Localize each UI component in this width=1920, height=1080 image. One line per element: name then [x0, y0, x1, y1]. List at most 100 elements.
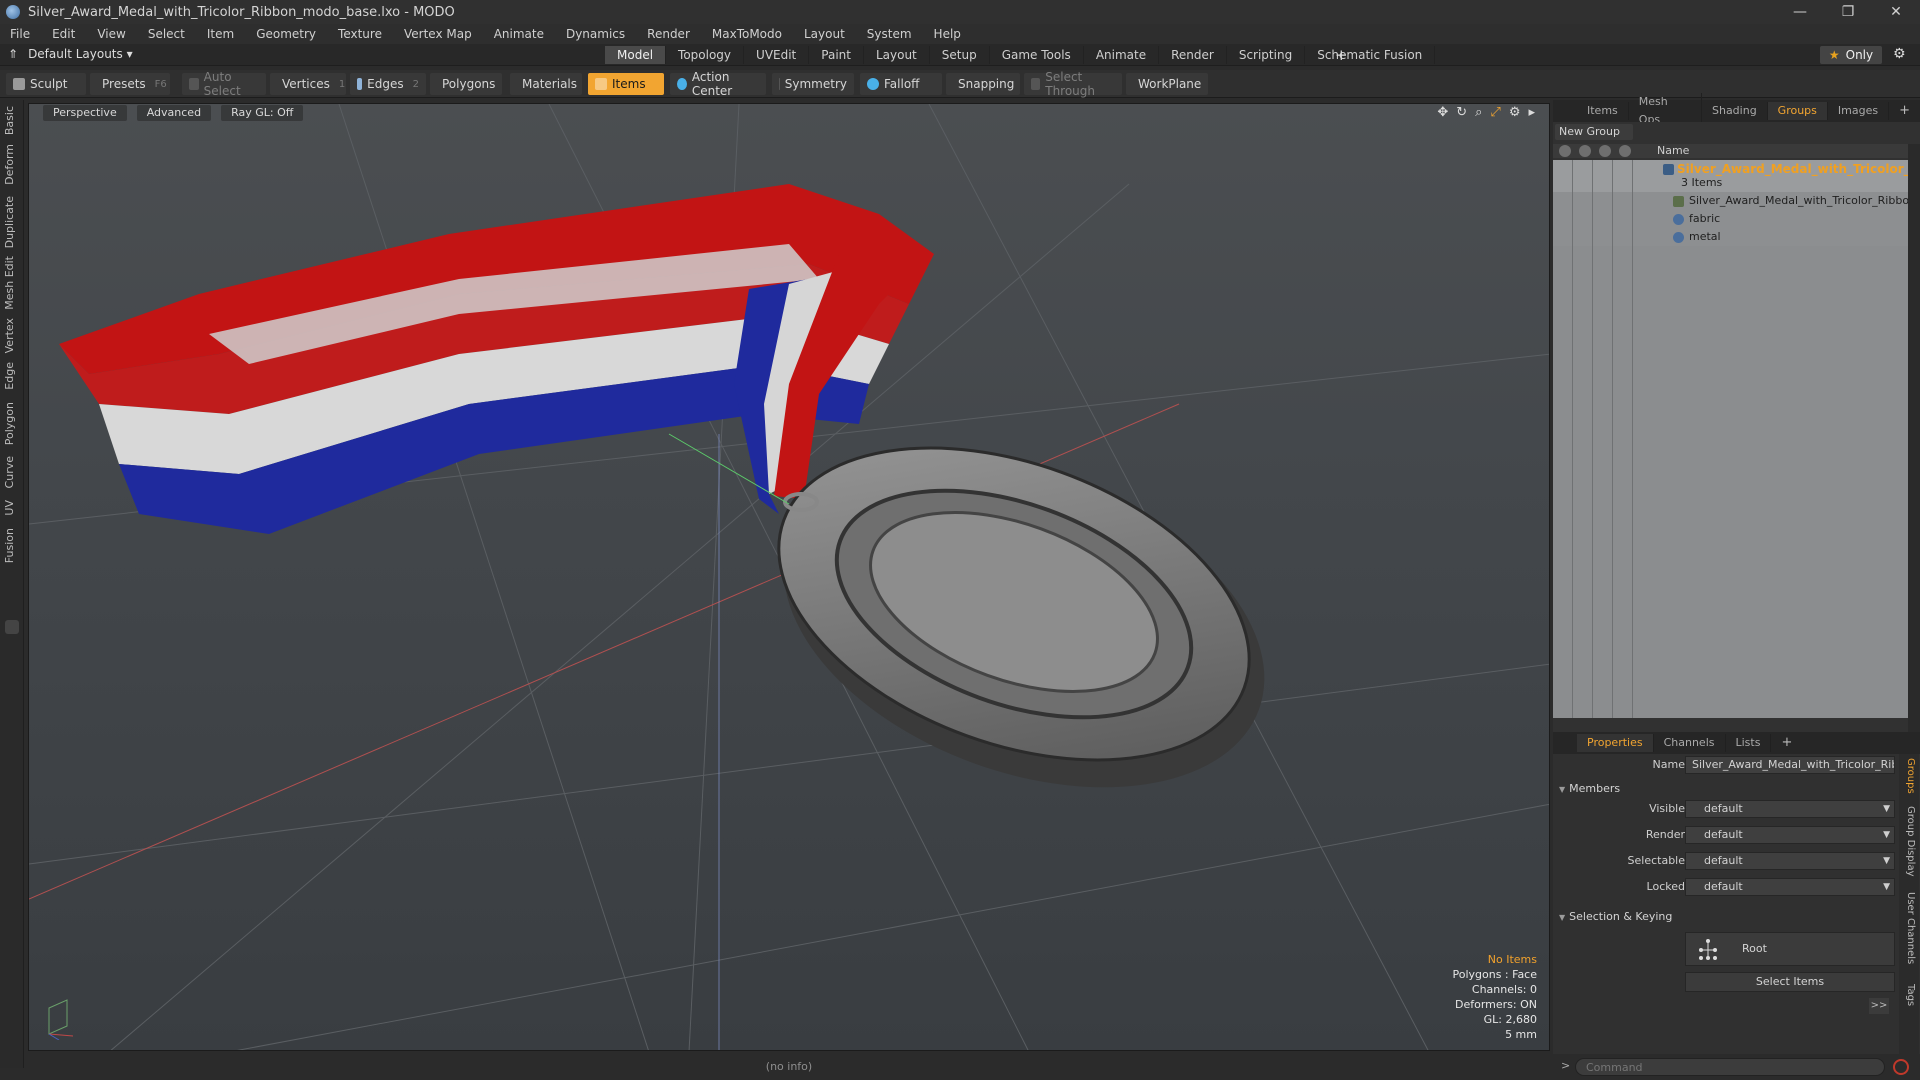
3d-viewport[interactable]: Perspective Advanced Ray GL: Off ✥ ↻ ⌕ ⤢… [28, 103, 1550, 1051]
menu-system[interactable]: System [867, 27, 912, 41]
view-menu-arrow-icon[interactable]: ▸ [1528, 105, 1535, 120]
menu-view[interactable]: View [97, 27, 125, 41]
raygl-toggle[interactable]: Ray GL: Off [221, 105, 304, 121]
visible-dropdown[interactable]: default ▼ [1685, 800, 1895, 818]
group-row-fabric[interactable]: fabric [1553, 210, 1908, 228]
menu-geometry[interactable]: Geometry [256, 27, 316, 41]
materials-button[interactable]: Materials [510, 73, 582, 95]
menu-select[interactable]: Select [148, 27, 185, 41]
vtab-polygon[interactable]: Polygon [3, 402, 21, 445]
ribbon-model[interactable] [59, 184, 934, 534]
selectable-dropdown[interactable]: default ▼ [1685, 852, 1895, 870]
render-dropdown[interactable]: default ▼ [1685, 826, 1895, 844]
tab-channels[interactable]: Channels [1654, 734, 1726, 752]
add-layout-tab-button[interactable]: + [1335, 46, 1348, 64]
tab-scripting[interactable]: Scripting [1227, 46, 1306, 64]
sculpt-button[interactable]: Sculpt [6, 73, 86, 95]
menu-maxtomodo[interactable]: MaxToModo [712, 27, 782, 41]
vtab-vertex[interactable]: Vertex [3, 318, 21, 353]
view-settings-icon[interactable]: ⚙ [1509, 105, 1521, 120]
tab-render[interactable]: Render [1159, 46, 1227, 64]
polygons-button[interactable]: Polygons [430, 73, 502, 95]
rotate-view-icon[interactable]: ↻ [1456, 105, 1467, 120]
vtab-deform[interactable]: Deform [3, 144, 21, 185]
expand-panel-button[interactable]: >> [1869, 998, 1889, 1014]
vertices-button[interactable]: Vertices 1 [270, 73, 346, 95]
tab-game-tools[interactable]: Game Tools [990, 46, 1084, 64]
vtab-curve[interactable]: Curve [3, 456, 21, 488]
groups-scrollbar[interactable] [1908, 144, 1920, 744]
layout-up-icon[interactable]: ⇑ [8, 47, 18, 61]
scene-render[interactable] [29, 104, 1550, 1051]
locked-dropdown[interactable]: default ▼ [1685, 878, 1895, 896]
group-row-root[interactable]: Silver_Award_Medal_with_Tricolor_... 3 I… [1553, 160, 1920, 192]
tab-animate[interactable]: Animate [1084, 46, 1160, 64]
default-layouts-dropdown[interactable]: Default Layouts ▾ [28, 47, 133, 61]
add-properties-tab-button[interactable]: + [1771, 734, 1802, 752]
tab-uvedit[interactable]: UVEdit [744, 46, 810, 64]
tab-items[interactable]: Items [1577, 102, 1629, 120]
group-row-mesh[interactable]: Silver_Award_Medal_with_Tricolor_Ribbon [1553, 192, 1916, 210]
menu-file[interactable]: File [10, 27, 30, 41]
action-center-button[interactable]: Action Center [670, 70, 766, 98]
menu-edit[interactable]: Edit [52, 27, 75, 41]
visibility-eye-icon[interactable] [1559, 145, 1571, 157]
vtab-duplicate[interactable]: Duplicate [3, 196, 21, 248]
tab-layout[interactable]: Layout [864, 46, 930, 64]
group-row-metal[interactable]: metal [1553, 228, 1908, 246]
tab-lists[interactable]: Lists [1726, 734, 1772, 752]
root-button[interactable]: Root [1685, 932, 1895, 966]
tab-images[interactable]: Images [1828, 102, 1890, 120]
only-toggle-button[interactable]: ★ Only [1820, 46, 1882, 64]
record-macro-icon[interactable] [1893, 1059, 1909, 1075]
menu-vertex-map[interactable]: Vertex Map [404, 27, 472, 41]
tab-topology[interactable]: Topology [666, 46, 745, 64]
new-group-button[interactable]: New Group [1555, 124, 1633, 140]
items-button[interactable]: Items [588, 73, 664, 95]
menu-layout[interactable]: Layout [804, 27, 845, 41]
menu-texture[interactable]: Texture [338, 27, 382, 41]
vtab-mesh-edit[interactable]: Mesh Edit [3, 256, 21, 310]
symmetry-button[interactable]: Symmetry [772, 73, 854, 95]
add-panel-tab-button[interactable]: + [1889, 102, 1920, 120]
workplane-button[interactable]: WorkPlane [1126, 73, 1208, 95]
move-view-icon[interactable]: ✥ [1437, 105, 1448, 120]
view-mode-dropdown[interactable]: Perspective [43, 105, 127, 121]
falloff-button[interactable]: Falloff [860, 73, 942, 95]
snapping-button[interactable]: Snapping [946, 73, 1020, 95]
presets-button[interactable]: Presets F6 [90, 73, 170, 95]
side-tab-groups[interactable]: Groups [1902, 758, 1916, 794]
vtab-fusion[interactable]: Fusion [3, 528, 21, 563]
maximize-view-icon[interactable]: ⤢ [1490, 105, 1500, 120]
command-input[interactable] [1575, 1058, 1885, 1076]
tab-schematic-fusion[interactable]: Schematic Fusion [1305, 46, 1436, 64]
tab-shading[interactable]: Shading [1702, 102, 1768, 120]
shading-mode-dropdown[interactable]: Advanced [136, 105, 212, 121]
menu-render[interactable]: Render [647, 27, 690, 41]
render-icon[interactable] [1579, 145, 1591, 157]
selection-keying-section[interactable]: ▼ Selection & Keying [1559, 910, 1672, 923]
tab-properties[interactable]: Properties [1577, 734, 1654, 752]
toolbox-toggle-icon[interactable] [5, 620, 19, 634]
tab-model[interactable]: Model [605, 46, 667, 64]
group-name-field[interactable]: Silver_Award_Medal_with_Tricolor_Ribbon [1685, 756, 1895, 774]
edges-button[interactable]: Edges 2 [350, 73, 426, 95]
tab-setup[interactable]: Setup [930, 46, 990, 64]
tab-groups[interactable]: Groups [1767, 102, 1828, 120]
select-through-button[interactable]: Select Through [1024, 70, 1122, 98]
menu-animate[interactable]: Animate [494, 27, 544, 41]
minimize-button[interactable]: — [1780, 0, 1820, 24]
select-items-button[interactable]: Select Items [1685, 972, 1895, 992]
gear-icon[interactable]: ⚙ [1893, 46, 1906, 62]
menu-dynamics[interactable]: Dynamics [566, 27, 625, 41]
vtab-basic[interactable]: Basic [3, 106, 21, 135]
menu-help[interactable]: Help [934, 27, 961, 41]
vtab-uv[interactable]: UV [3, 500, 21, 516]
select-icon[interactable] [1619, 145, 1631, 157]
vtab-edge[interactable]: Edge [3, 362, 21, 390]
side-tab-user-channels[interactable]: User Channels [1902, 892, 1916, 964]
side-tab-group-display[interactable]: Group Display [1902, 806, 1916, 876]
tab-paint[interactable]: Paint [809, 46, 864, 64]
medal-model[interactable] [736, 389, 1310, 849]
side-tab-tags[interactable]: Tags [1902, 984, 1916, 1006]
